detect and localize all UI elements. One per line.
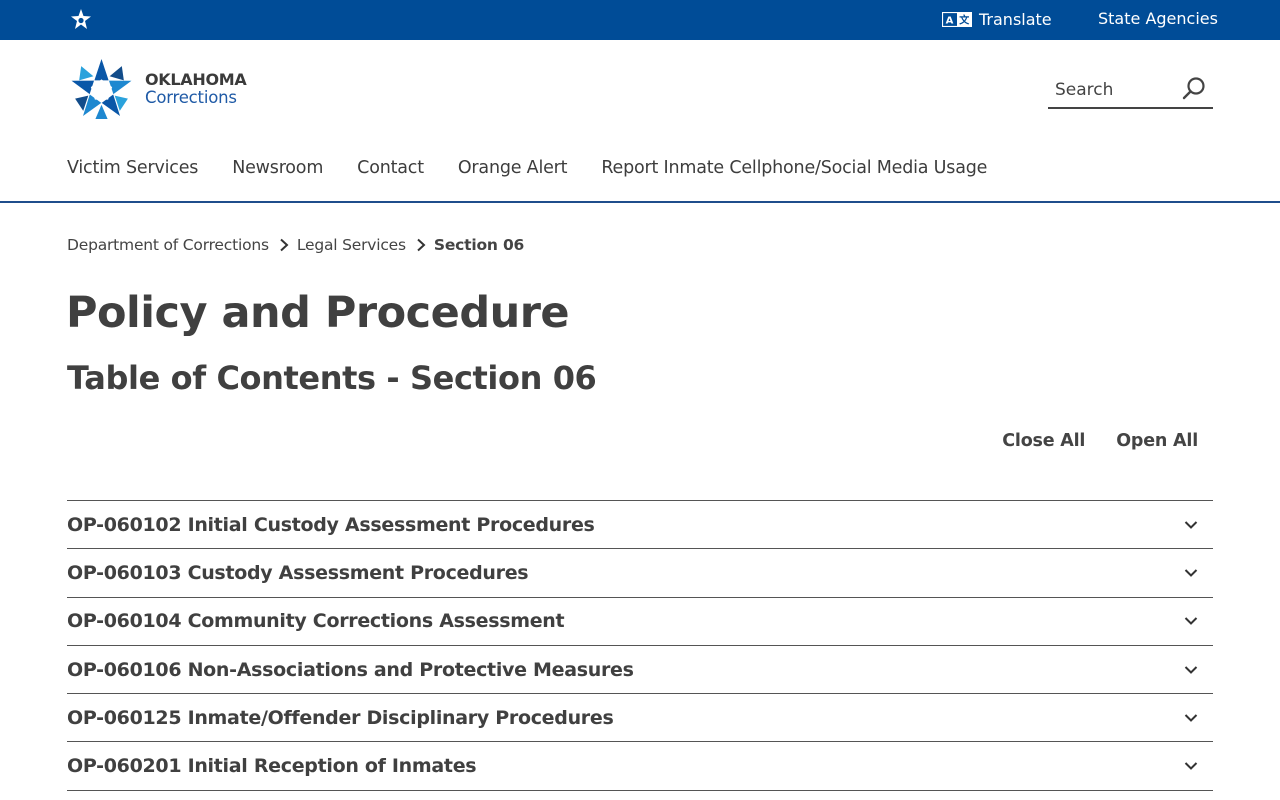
nav-item-orange-alert[interactable]: Orange Alert xyxy=(458,158,568,184)
accordion-item[interactable]: OP-060125 Inmate/Offender Disciplinary P… xyxy=(67,694,1213,743)
breadcrumb: Department of Corrections Legal Services… xyxy=(67,236,524,254)
accordion-item[interactable]: OP-060201 Initial Reception of Inmates xyxy=(67,742,1213,791)
nav-divider xyxy=(0,201,1280,203)
corrections-star-logo-icon xyxy=(71,58,132,119)
accordion-item-title: OP-060104 Community Corrections Assessme… xyxy=(67,610,565,633)
chevron-down-icon xyxy=(1184,617,1198,626)
utility-bar: A 文 Translate State Agencies xyxy=(0,0,1280,40)
chevron-down-icon xyxy=(1184,665,1198,674)
logo-title: OKLAHOMA xyxy=(145,69,247,89)
translate-label: Translate xyxy=(979,9,1052,29)
chevron-right-icon xyxy=(280,238,289,252)
svg-text:A: A xyxy=(946,15,954,26)
nav-item-contact[interactable]: Contact xyxy=(357,158,424,184)
page-subtitle: Table of Contents - Section 06 xyxy=(67,359,597,397)
accordion-item[interactable]: OP-060103 Custody Assessment Procedures xyxy=(67,549,1213,598)
state-agencies-link[interactable]: State Agencies xyxy=(1098,9,1218,28)
accordion-toggles: Close All Open All xyxy=(971,431,1198,451)
accordion-item-title: OP-060125 Inmate/Offender Disciplinary P… xyxy=(67,706,614,729)
breadcrumb-link-legal-services[interactable]: Legal Services xyxy=(297,236,406,254)
chevron-down-icon xyxy=(1184,762,1198,771)
svg-text:文: 文 xyxy=(959,13,970,26)
search-icon[interactable] xyxy=(1181,76,1207,102)
breadcrumb-current: Section 06 xyxy=(433,236,525,254)
nav-item-victim-services[interactable]: Victim Services xyxy=(67,158,198,184)
accordion-item-title: OP-060102 Initial Custody Assessment Pro… xyxy=(67,513,595,536)
translate-button[interactable]: A 文 Translate xyxy=(942,8,1052,30)
accordion-item[interactable]: OP-060104 Community Corrections Assessme… xyxy=(67,598,1213,646)
chevron-right-icon xyxy=(417,238,426,252)
search-input[interactable] xyxy=(1055,74,1175,105)
nav-item-newsroom[interactable]: Newsroom xyxy=(232,158,323,184)
main-nav: Victim Services Newsroom Contact Orange … xyxy=(67,158,1021,184)
accordion-item-title: OP-060201 Initial Reception of Inmates xyxy=(67,755,477,778)
nav-item-report-cellphone[interactable]: Report Inmate Cellphone/Social Media Usa… xyxy=(601,158,987,184)
chevron-down-icon xyxy=(1184,714,1198,722)
chevron-down-icon xyxy=(1184,520,1198,529)
logo-subtitle: Corrections xyxy=(145,87,237,107)
accordion-item[interactable]: OP-060102 Initial Custody Assessment Pro… xyxy=(67,501,1213,550)
site-logo[interactable]: OKLAHOMA Corrections xyxy=(69,56,254,122)
chevron-down-icon xyxy=(1184,569,1198,577)
accordion-item[interactable]: OP-060106 Non-Associations and Protectiv… xyxy=(67,646,1213,695)
policy-accordion: OP-060102 Initial Custody Assessment Pro… xyxy=(67,500,1213,791)
page-title: Policy and Procedure xyxy=(66,288,570,338)
search-box xyxy=(1048,72,1213,109)
breadcrumb-link-department[interactable]: Department of Corrections xyxy=(67,236,269,254)
open-all-button[interactable]: Open All xyxy=(1116,431,1198,451)
oklahoma-star-icon[interactable] xyxy=(69,8,93,32)
accordion-item-title: OP-060106 Non-Associations and Protectiv… xyxy=(67,658,634,681)
accordion-item-title: OP-060103 Custody Assessment Procedures xyxy=(67,561,529,584)
translate-icon: A 文 xyxy=(942,11,972,27)
close-all-button[interactable]: Close All xyxy=(1002,431,1085,451)
